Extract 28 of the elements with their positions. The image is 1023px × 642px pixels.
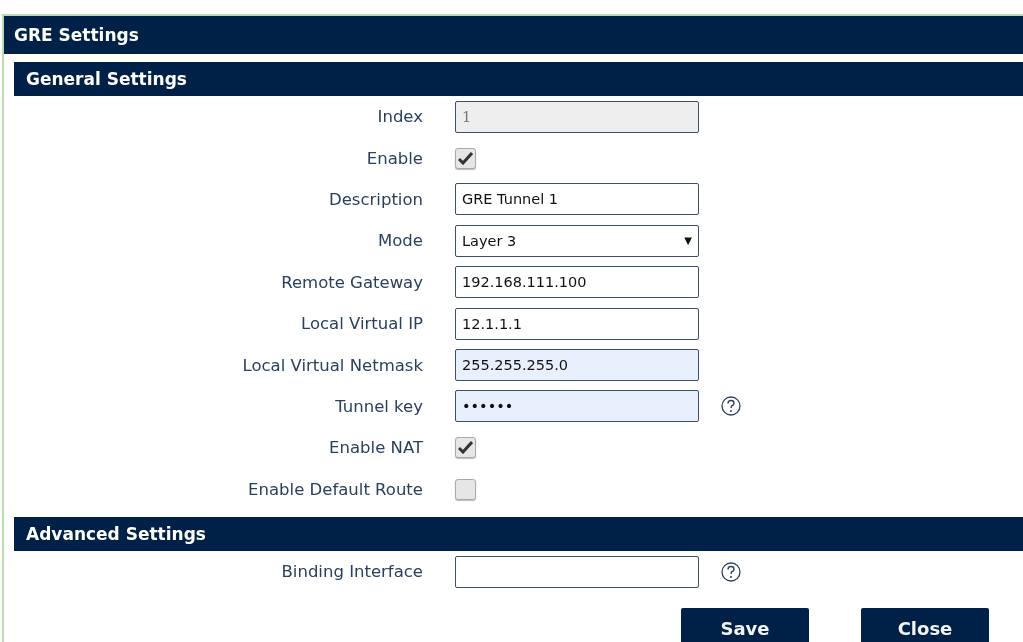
field-label: Local Virtual IP [300,314,423,334]
input-field[interactable]: 12.1.1.1 [455,307,699,340]
page-title: GRE Settings [4,16,1023,54]
field-label: Tunnel key [334,396,423,416]
help-icon[interactable] [721,396,741,417]
field-label: Description [328,189,423,209]
input-field[interactable]: •••••• [455,390,699,423]
input-field[interactable]: GRE Tunnel 1 [455,183,699,216]
checkbox[interactable] [455,478,476,500]
help-icon[interactable] [721,561,741,582]
field-label: Mode [377,231,423,251]
section-header: General Settings [14,62,1023,96]
close-button[interactable]: Close [861,608,989,642]
field-label: Remote Gateway [280,272,423,292]
input-field[interactable] [455,555,699,588]
checkbox[interactable] [455,437,476,459]
checkbox[interactable] [455,147,476,169]
field-label: Enable Default Route [247,479,423,499]
field-label: Enable NAT [328,438,423,458]
field-label: Local Virtual Netmask [241,355,423,375]
select-field[interactable]: Layer 3 ▼ [455,224,699,257]
section-header: Advanced Settings [14,516,1023,551]
field-label: Binding Interface [280,562,423,582]
field-label: Index [376,107,423,127]
save-button[interactable]: Save [681,608,809,642]
field-label: Enable [365,148,423,168]
input-field[interactable]: 192.168.111.100 [455,266,699,299]
input-field[interactable]: 255.255.255.0 [455,349,699,382]
